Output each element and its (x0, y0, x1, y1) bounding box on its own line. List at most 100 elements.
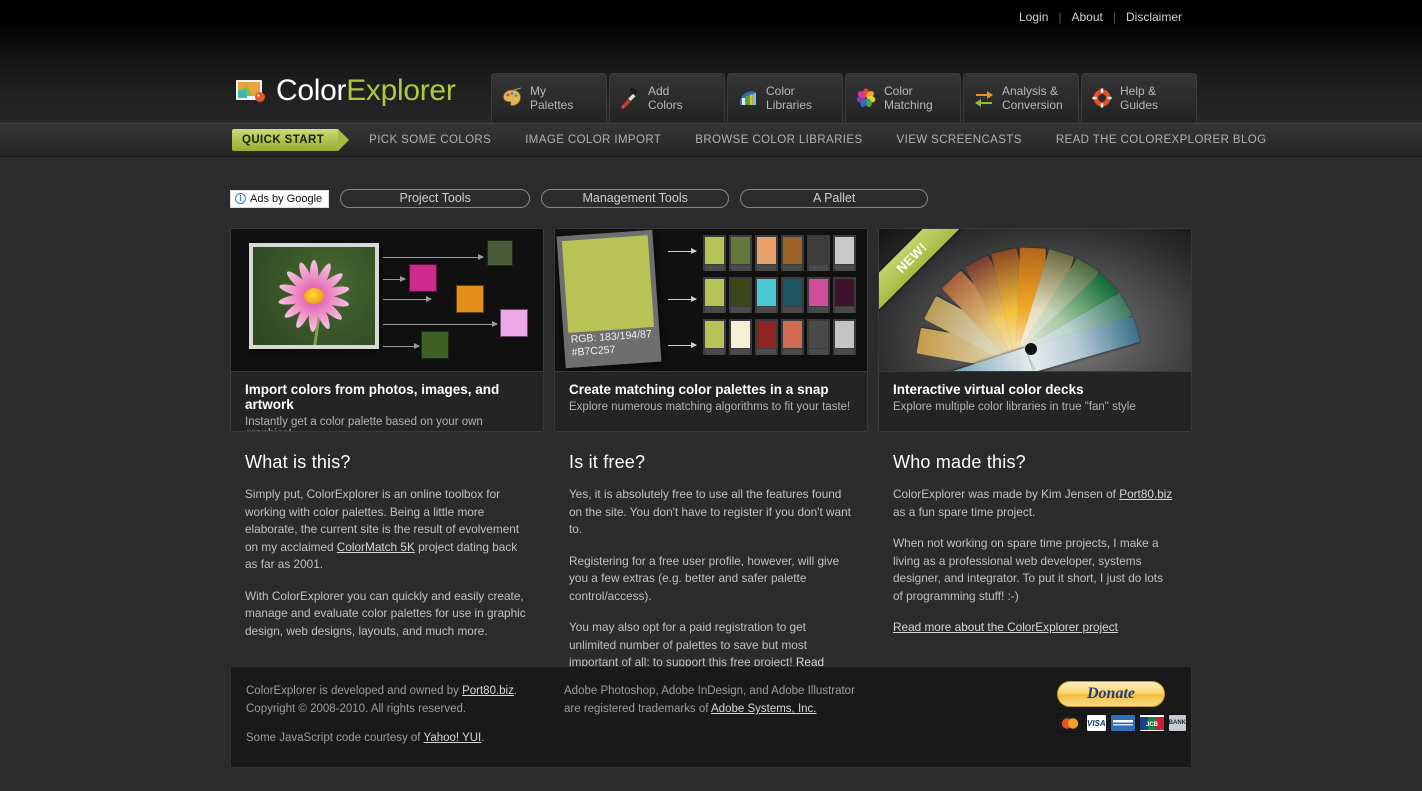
column-heading: Is it free? (569, 452, 646, 472)
page-footer: ColorExplorer is developed and owned by … (230, 666, 1192, 768)
nav-tab-label: My Palettes (530, 84, 574, 112)
extracted-swatch (456, 285, 484, 313)
logo-text-color: Color (276, 74, 347, 107)
logo-text-explorer: Explorer (346, 74, 456, 107)
extracted-swatch (421, 331, 449, 359)
footer-copyright: Copyright © 2008-2010. All rights reserv… (246, 703, 467, 715)
feature-card-matching-palettes[interactable]: RGB: 183/194/87 #B7C257 Create matching … (554, 228, 868, 432)
site-logo[interactable]: ColorExplorer (234, 74, 456, 108)
flower-photo-to-swatches-graphic (231, 229, 543, 371)
nav-tab-label: Help & Guides (1120, 84, 1159, 112)
extracted-swatch (487, 240, 513, 266)
column-paragraph: Read more about the ColorExplorer projec… (893, 619, 1176, 637)
nav-tab-add-colors[interactable]: Add Colors (609, 73, 725, 122)
feature-card-title: Import colors from photos, images, and a… (245, 382, 500, 412)
link-colormatch-5k[interactable]: ColorMatch 5K (337, 540, 415, 554)
feature-card-title: Create matching color palettes in a snap (569, 382, 829, 397)
logo-wordmark: ColorExplorer (276, 74, 456, 108)
extracted-swatch (500, 309, 528, 337)
nav-tab-label: Color Libraries (766, 84, 813, 112)
feature-card-subtitle: Explore numerous matching algorithms to … (569, 401, 851, 413)
nav-tab-label: Analysis & Conversion (1002, 84, 1063, 112)
visa-icon: VISA (1086, 714, 1107, 732)
footer-trademark-notice: Adobe Photoshop, Adobe InDesign, and Ado… (564, 685, 855, 715)
bank-transfer-icon: BANK (1167, 714, 1188, 732)
footer-link-adobe-systems[interactable]: Adobe Systems, Inc. (711, 703, 816, 715)
donate-area: Donate VISA JCB BANK (1057, 681, 1188, 732)
sub-nav-item-read-blog[interactable]: READ THE COLOREXPLORER BLOG (1039, 134, 1284, 146)
link-port80-biz[interactable]: Port80.biz (1119, 487, 1172, 501)
utility-link-about[interactable]: About (1062, 10, 1113, 24)
column-paragraph: Simply put, ColorExplorer is an online t… (245, 487, 520, 571)
footer-ownership: ColorExplorer is developed and owned by … (246, 685, 518, 744)
eyedropper-icon (619, 87, 641, 109)
feature-card-caption: Import colors from photos, images, and a… (231, 371, 543, 431)
color-wheel-flower-icon (855, 87, 877, 109)
feature-card-caption: Create matching color palettes in a snap… (555, 371, 867, 431)
nav-tab-label: Color Matching (884, 84, 933, 112)
picture-palette-icon (234, 75, 266, 107)
main-nav: My Palettes Add Colors Color Libraries C… (491, 73, 1197, 122)
column-paragraph: With ColorExplorer you can quickly and e… (245, 588, 526, 638)
amex-icon (1109, 714, 1136, 732)
base-color-values: RGB: 183/194/87 #B7C257 (570, 328, 653, 359)
feature-card-virtual-color-decks[interactable]: NEW! Interactive virtual color decks Exp… (878, 228, 1192, 432)
palette-rows (703, 235, 856, 361)
utility-link-disclaimer[interactable]: Disclaimer (1116, 10, 1192, 24)
color-fan-icon (737, 87, 759, 109)
base-color-polaroid: RGB: 183/194/87 #B7C257 (556, 229, 662, 369)
ads-bar: i Ads by Google Project Tools Management… (230, 189, 929, 208)
info-circle-icon: i (235, 193, 246, 204)
feature-card-image-import[interactable]: Import colors from photos, images, and a… (230, 228, 544, 432)
sub-nav-item-view-screencasts[interactable]: VIEW SCREENCASTS (880, 134, 1039, 146)
donate-button[interactable]: Donate (1057, 681, 1165, 707)
feature-card-subtitle: Explore multiple color libraries in true… (893, 401, 1136, 413)
palette-row (703, 319, 856, 355)
sub-nav: QUICK START PICK SOME COLORS IMAGE COLOR… (0, 123, 1422, 157)
footer-link-port80[interactable]: Port80.biz (462, 685, 514, 697)
polaroid-palette-grid-graphic: RGB: 183/194/87 #B7C257 (555, 229, 867, 371)
utility-link-login[interactable]: Login (1009, 10, 1058, 24)
feature-cards: Import colors from photos, images, and a… (230, 228, 1192, 432)
feature-card-title: Interactive virtual color decks (893, 382, 1084, 397)
footer-link-yahoo-yui[interactable]: Yahoo! YUI (424, 732, 482, 744)
feature-card-caption: Interactive virtual color decks Explore … (879, 371, 1191, 431)
nav-tab-analysis-conversion[interactable]: Analysis & Conversion (963, 73, 1079, 122)
nav-tab-color-libraries[interactable]: Color Libraries (727, 73, 843, 122)
sub-nav-item-image-color-import[interactable]: IMAGE COLOR IMPORT (508, 134, 678, 146)
svg-text:JCB: JCB (1146, 722, 1159, 728)
jcb-icon: JCB (1138, 714, 1165, 732)
palette-icon (501, 87, 523, 109)
ad-link-management-tools[interactable]: Management Tools (541, 189, 730, 208)
column-heading: Who made this? (893, 452, 1026, 472)
ads-badge-label: Ads by Google (250, 192, 323, 205)
column-paragraph: Registering for a free user profile, how… (569, 553, 840, 603)
sub-nav-item-quick-start[interactable]: QUICK START (232, 129, 350, 151)
feature-card-subtitle: Instantly get a color palette based on y… (245, 416, 483, 431)
flower-photo (249, 243, 379, 349)
palette-row (703, 235, 856, 271)
link-read-more-about-project[interactable]: Read more about the ColorExplorer projec… (893, 620, 1118, 634)
life-ring-icon (1091, 87, 1113, 109)
column-paragraph: ColorExplorer was made by Kim Jensen of … (893, 487, 1173, 519)
column-paragraph: When not working on spare time projects,… (893, 536, 1163, 603)
sub-nav-item-browse-color-libraries[interactable]: BROWSE COLOR LIBRARIES (678, 134, 879, 146)
extracted-swatch (409, 264, 437, 292)
sub-nav-item-pick-some-colors[interactable]: PICK SOME COLORS (352, 134, 508, 146)
column-heading: What is this? (245, 452, 351, 472)
nav-tab-color-matching[interactable]: Color Matching (845, 73, 961, 122)
nav-tab-help-guides[interactable]: Help & Guides (1081, 73, 1197, 122)
nav-tab-label: Add Colors (648, 84, 683, 112)
color-fan-deck-graphic: NEW! (879, 229, 1191, 371)
palette-row (703, 277, 856, 313)
fan-pivot (1025, 343, 1037, 355)
convert-arrows-icon (973, 87, 995, 109)
base-color-swatch (561, 235, 655, 333)
ad-link-a-pallet[interactable]: A Pallet (740, 189, 929, 208)
column-paragraph: Yes, it is absolutely free to use all th… (569, 487, 851, 536)
ad-link-project-tools[interactable]: Project Tools (340, 189, 531, 208)
nav-tab-my-palettes[interactable]: My Palettes (491, 73, 607, 122)
mastercard-icon (1057, 714, 1083, 732)
payment-card-icons: VISA JCB BANK (1057, 714, 1188, 732)
ads-by-google-badge[interactable]: i Ads by Google (230, 189, 330, 208)
